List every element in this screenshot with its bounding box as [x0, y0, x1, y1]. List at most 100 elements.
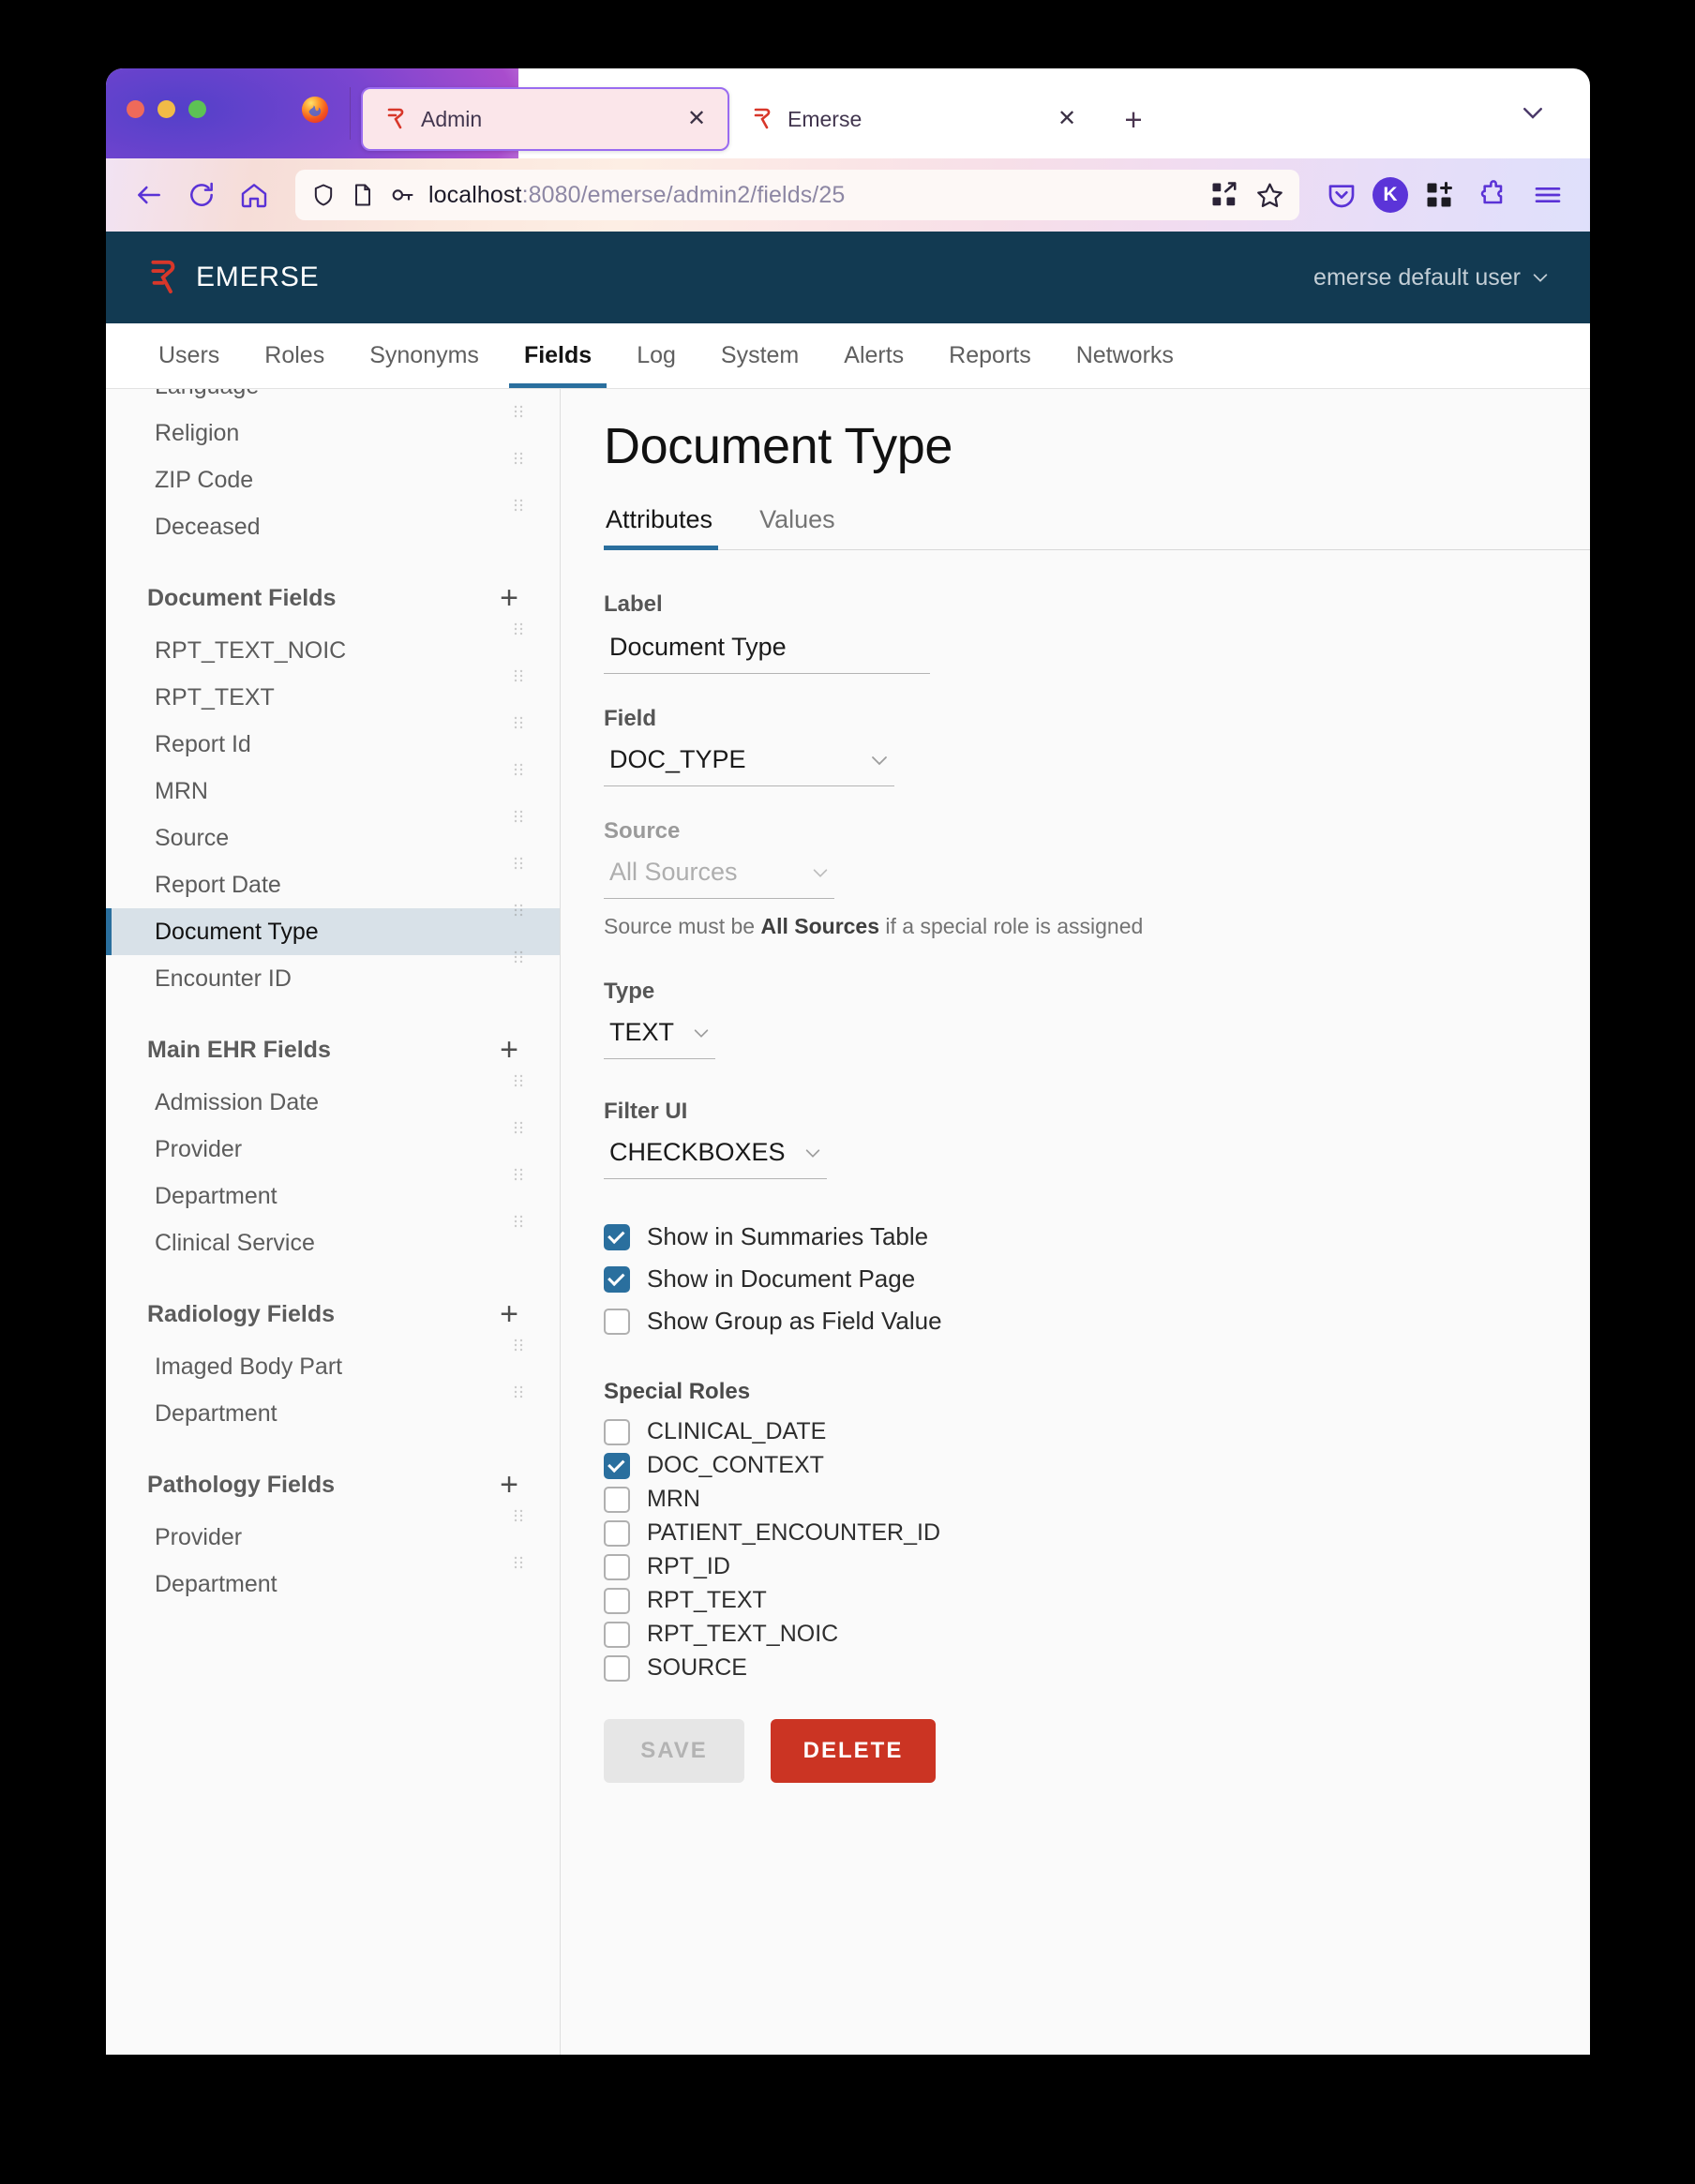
nav-tab-alerts[interactable]: Alerts: [821, 323, 926, 388]
sidebar-item-clinical-service[interactable]: Clinical Service: [106, 1215, 560, 1266]
nav-tab-fields[interactable]: Fields: [502, 323, 614, 388]
drag-handle-icon[interactable]: [513, 1073, 526, 1090]
drag-handle-icon[interactable]: [513, 621, 526, 638]
checkbox-row-rpt-text-noic[interactable]: RPT_TEXT_NOIC: [604, 1621, 1590, 1648]
nav-tab-log[interactable]: Log: [614, 323, 698, 388]
drag-handle-icon[interactable]: [513, 950, 526, 966]
star-icon[interactable]: [1255, 181, 1284, 210]
tab-list-chevron-down-icon[interactable]: [1519, 98, 1547, 127]
drag-handle-icon[interactable]: [513, 715, 526, 732]
sidebar-item-department-radiology[interactable]: Department: [106, 1385, 560, 1437]
drag-handle-icon[interactable]: [513, 762, 526, 779]
checkbox-row-rpt-text[interactable]: RPT_TEXT: [604, 1587, 1590, 1614]
checkbox-rpt-text[interactable]: [604, 1587, 630, 1614]
filter-ui-select[interactable]: CHECKBOXES: [604, 1136, 827, 1179]
checkbox-row-show-group-as-field-value[interactable]: Show Group as Field Value: [604, 1307, 1590, 1336]
sidebar-item-religion[interactable]: Religion: [106, 405, 560, 456]
checkbox-show-in-summaries-table[interactable]: [604, 1223, 630, 1250]
back-button[interactable]: [125, 171, 173, 219]
drag-handle-icon[interactable]: [513, 809, 526, 826]
drag-handle-icon[interactable]: [513, 856, 526, 873]
close-tab-button[interactable]: ✕: [684, 107, 709, 131]
hamburger-menu-icon[interactable]: [1524, 172, 1571, 218]
nav-tab-system[interactable]: System: [698, 323, 821, 388]
checkbox-source[interactable]: [604, 1654, 630, 1682]
drag-handle-icon[interactable]: [513, 1508, 526, 1525]
close-window-button[interactable]: [127, 100, 144, 118]
checkbox-patient-encounter-id[interactable]: [604, 1519, 630, 1547]
checkbox-row-doc-context[interactable]: DOC_CONTEXT: [604, 1452, 1590, 1479]
sidebar-item-zip-code[interactable]: ZIP Code: [106, 452, 560, 503]
field-select[interactable]: DOC_TYPE: [604, 743, 894, 786]
add-radiology-field-button[interactable]: +: [500, 1298, 518, 1330]
nav-tab-users[interactable]: Users: [136, 323, 242, 388]
checkbox-row-patient-encounter-id[interactable]: PATIENT_ENCOUNTER_ID: [604, 1519, 1590, 1547]
save-button[interactable]: SAVE: [604, 1719, 744, 1783]
tab-attributes[interactable]: Attributes: [604, 501, 719, 550]
qr-code-icon[interactable]: [1210, 181, 1238, 209]
drag-handle-icon[interactable]: [513, 903, 526, 920]
drag-handle-icon[interactable]: [513, 498, 526, 515]
sidebar-item-mrn[interactable]: MRN: [106, 763, 560, 815]
drag-handle-icon[interactable]: [513, 1555, 526, 1572]
sidebar-item-document-type[interactable]: Document Type: [106, 904, 560, 955]
sidebar-item-language[interactable]: Language: [106, 389, 560, 410]
drag-handle-icon[interactable]: [513, 451, 526, 468]
checkbox-show-in-document-page[interactable]: [604, 1265, 630, 1293]
drag-handle-icon[interactable]: [513, 1120, 526, 1137]
page-info-icon[interactable]: [350, 182, 376, 208]
sidebar-item-report-id[interactable]: Report Id: [106, 716, 560, 768]
sidebar-item-rpt-text-noic[interactable]: RPT_TEXT_NOIC: [106, 622, 560, 674]
reload-button[interactable]: [177, 171, 226, 219]
close-tab-button[interactable]: ✕: [1055, 107, 1079, 131]
checkbox-mrn[interactable]: [604, 1486, 630, 1513]
drag-handle-icon[interactable]: [513, 1214, 526, 1231]
drag-handle-icon[interactable]: [513, 668, 526, 685]
tab-values[interactable]: Values: [758, 501, 841, 549]
drag-handle-icon[interactable]: [513, 1384, 526, 1401]
checkbox-row-show-in-document-page[interactable]: Show in Document Page: [604, 1264, 1590, 1294]
nav-tab-roles[interactable]: Roles: [242, 323, 347, 388]
url-bar[interactable]: localhost:8080/emerse/admin2/fields/25: [295, 170, 1299, 220]
checkbox-rpt-text-noic[interactable]: [604, 1621, 630, 1648]
sidebar-item-department-pathology[interactable]: Department: [106, 1556, 560, 1608]
type-select[interactable]: TEXT: [604, 1016, 716, 1059]
delete-button[interactable]: DELETE: [771, 1719, 936, 1783]
nav-tab-reports[interactable]: Reports: [926, 323, 1054, 388]
checkbox-row-mrn[interactable]: MRN: [604, 1486, 1590, 1513]
pocket-icon[interactable]: [1318, 172, 1365, 218]
checkbox-row-clinical-date[interactable]: CLINICAL_DATE: [604, 1418, 1590, 1445]
account-avatar[interactable]: K: [1372, 177, 1408, 213]
sidebar-item-provider-ehr[interactable]: Provider: [106, 1121, 560, 1173]
label-input[interactable]: [604, 629, 930, 674]
fields-sidebar[interactable]: Language Religion ZIP Code Deceased: [106, 389, 561, 2055]
puzzle-icon[interactable]: [1470, 172, 1517, 218]
sidebar-item-source[interactable]: Source: [106, 810, 560, 861]
home-button[interactable]: [230, 171, 278, 219]
nav-tab-networks[interactable]: Networks: [1054, 323, 1196, 388]
shield-icon[interactable]: [310, 182, 337, 208]
new-tab-button[interactable]: +: [1113, 98, 1154, 140]
user-menu[interactable]: emerse default user: [1313, 264, 1551, 292]
drag-handle-icon[interactable]: [513, 1338, 526, 1354]
sidebar-item-department-ehr[interactable]: Department: [106, 1168, 560, 1219]
grid-plus-icon[interactable]: [1416, 172, 1462, 218]
checkbox-doc-context[interactable]: [604, 1452, 630, 1479]
checkbox-row-show-in-summaries-table[interactable]: Show in Summaries Table: [604, 1222, 1590, 1251]
checkbox-row-source[interactable]: SOURCE: [604, 1654, 1590, 1682]
key-icon[interactable]: [389, 182, 415, 208]
checkbox-rpt-id[interactable]: [604, 1553, 630, 1580]
drag-handle-icon[interactable]: [513, 404, 526, 421]
sidebar-item-provider-pathology[interactable]: Provider: [106, 1509, 560, 1561]
add-main-ehr-field-button[interactable]: +: [500, 1034, 518, 1066]
checkbox-show-group-as-field-value[interactable]: [604, 1308, 630, 1335]
sidebar-item-deceased[interactable]: Deceased: [106, 499, 560, 550]
nav-tab-synonyms[interactable]: Synonyms: [347, 323, 502, 388]
checkbox-row-rpt-id[interactable]: RPT_ID: [604, 1553, 1590, 1580]
add-document-field-button[interactable]: +: [500, 582, 518, 614]
minimize-window-button[interactable]: [158, 100, 175, 118]
drag-handle-icon[interactable]: [513, 1167, 526, 1184]
add-pathology-field-button[interactable]: +: [500, 1469, 518, 1501]
sidebar-item-rpt-text[interactable]: RPT_TEXT: [106, 669, 560, 721]
url-text[interactable]: localhost:8080/emerse/admin2/fields/25: [428, 182, 1197, 209]
